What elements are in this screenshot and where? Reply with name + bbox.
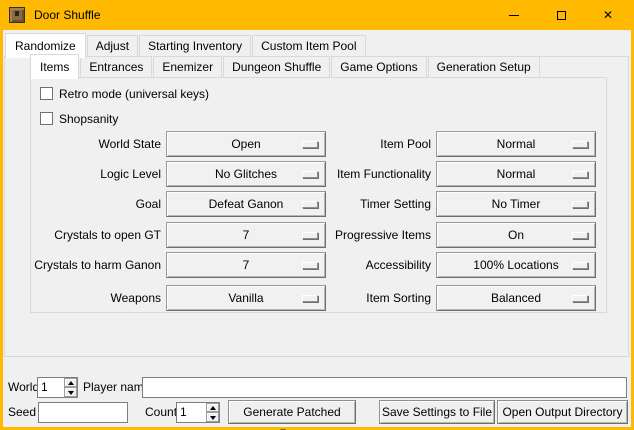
goal-label: Goal (31, 191, 161, 217)
accessibility-label: Accessibility (281, 252, 431, 278)
count-spin-buttons (206, 403, 219, 422)
dropdown-indicator-icon (572, 171, 588, 178)
worlds-spin-buttons (64, 378, 77, 397)
retro-mode-label: Retro mode (universal keys) (59, 87, 209, 101)
item-pool-value: Normal (497, 137, 536, 151)
count-value: 1 (180, 403, 187, 422)
weapons-label: Weapons (31, 285, 161, 311)
window-title: Door Shuffle (34, 0, 101, 30)
retro-mode-checkbox[interactable] (40, 87, 53, 100)
spin-up-button[interactable] (64, 378, 77, 387)
world-state-value: Open (231, 137, 260, 151)
accessibility-value: 100% Locations (473, 258, 558, 272)
item-functionality-value: Normal (497, 167, 536, 181)
arrow-down-icon (68, 391, 74, 395)
logic-level-label: Logic Level (31, 161, 161, 187)
close-icon: ✕ (603, 8, 613, 22)
window-border-left (0, 30, 3, 430)
tab-dungeon-shuffle[interactable]: Dungeon Shuffle (223, 56, 330, 78)
item-functionality-dropdown[interactable]: Normal (436, 161, 596, 187)
item-sorting-value: Balanced (491, 291, 541, 305)
timer-setting-label: Timer Setting (281, 191, 431, 217)
world-state-label: World State (31, 131, 161, 157)
shopsanity-label: Shopsanity (59, 112, 118, 126)
dropdown-indicator-icon (572, 262, 588, 269)
player-names-input[interactable] (142, 377, 627, 398)
dropdown-indicator-icon (572, 201, 588, 208)
tab-game-options[interactable]: Game Options (331, 56, 426, 78)
timer-setting-dropdown[interactable]: No Timer (436, 191, 596, 217)
tab-entrances[interactable]: Entrances (80, 56, 152, 78)
item-sorting-dropdown[interactable]: Balanced (436, 285, 596, 311)
maximize-button[interactable] (541, 0, 581, 30)
item-pool-label: Item Pool (281, 131, 431, 157)
generate-patched-rom-button[interactable]: Generate Patched Rom (228, 400, 356, 424)
door-shuffle-window: Door Shuffle ✕ Randomize Adjust Starting… (0, 0, 634, 430)
progressive-items-value: On (508, 228, 524, 242)
shopsanity-checkbox[interactable] (40, 112, 53, 125)
item-sorting-label: Item Sorting (281, 285, 431, 311)
count-label: Count (145, 402, 177, 423)
dropdown-indicator-icon (572, 295, 588, 302)
minimize-button[interactable] (494, 0, 534, 30)
goal-value: Defeat Ganon (209, 197, 284, 211)
progressive-items-label: Progressive Items (281, 222, 431, 248)
maximize-icon (557, 11, 566, 20)
dropdown-indicator-icon (572, 141, 588, 148)
weapons-value: Vanilla (228, 291, 263, 305)
spin-up-button[interactable] (206, 403, 219, 412)
logic-level-value: No Glitches (215, 167, 277, 181)
count-spinbox[interactable]: 1 (176, 402, 220, 423)
tab-generation-setup[interactable]: Generation Setup (428, 56, 540, 78)
tab-adjust[interactable]: Adjust (87, 35, 138, 57)
tab-custom-item-pool[interactable]: Custom Item Pool (252, 35, 365, 57)
secondary-tab-bar: Items Entrances Enemizer Dungeon Shuffle… (30, 56, 541, 78)
arrow-down-icon (210, 416, 216, 420)
item-functionality-label: Item Functionality (281, 161, 431, 187)
shopsanity-checkbox-row[interactable]: Shopsanity (40, 111, 118, 125)
tab-starting-inventory[interactable]: Starting Inventory (139, 35, 251, 57)
worlds-spinbox[interactable]: 1 (37, 377, 78, 398)
crystals-gt-label: Crystals to open GT (31, 222, 161, 248)
door-icon (9, 7, 25, 23)
item-pool-dropdown[interactable]: Normal (436, 131, 596, 157)
items-tab-pane: Retro mode (universal keys) Shopsanity W… (30, 77, 607, 313)
dropdown-indicator-icon (572, 232, 588, 239)
close-button[interactable]: ✕ (588, 0, 628, 30)
spin-down-button[interactable] (64, 387, 77, 397)
tab-enemizer[interactable]: Enemizer (153, 56, 222, 78)
crystals-gt-value: 7 (243, 228, 250, 242)
worlds-value: 1 (41, 378, 48, 397)
spin-down-button[interactable] (206, 412, 219, 422)
open-output-directory-button[interactable]: Open Output Directory (497, 400, 628, 424)
arrow-up-icon (68, 381, 74, 385)
progressive-items-dropdown[interactable]: On (436, 222, 596, 248)
save-settings-button[interactable]: Save Settings to File (379, 400, 495, 424)
minimize-icon (509, 15, 519, 16)
crystals-ganon-label: Crystals to harm Ganon (31, 252, 161, 278)
tab-items[interactable]: Items (30, 54, 79, 79)
seed-input[interactable] (38, 402, 128, 423)
retro-mode-checkbox-row[interactable]: Retro mode (universal keys) (40, 86, 209, 100)
crystals-ganon-value: 7 (243, 258, 250, 272)
accessibility-dropdown[interactable]: 100% Locations (436, 252, 596, 278)
timer-setting-value: No Timer (492, 197, 541, 211)
arrow-up-icon (210, 406, 216, 410)
